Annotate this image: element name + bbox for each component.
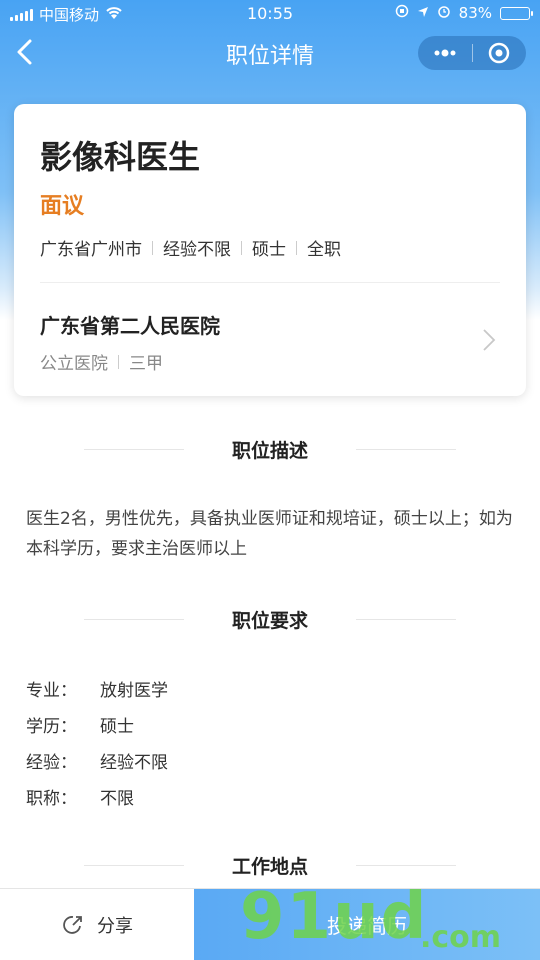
job-card: 影像科医生 面议 广东省广州市 经验不限 硕士 全职 广东省第二人民医院 公立医…: [14, 104, 526, 396]
nav-bar: 职位详情: [0, 28, 540, 78]
status-bar: 中国移动 10:55 83%: [0, 0, 540, 28]
requirement-row: 经验： 经验不限: [26, 748, 168, 784]
requirement-row: 职称： 不限: [26, 784, 168, 820]
hospital-tags: 公立医院 三甲: [40, 349, 163, 374]
battery-icon: [500, 6, 533, 20]
mini-program-capsule: [418, 36, 526, 70]
requirement-key: 经验：: [26, 753, 77, 773]
tag-experience: 经验不限: [163, 240, 231, 260]
hospital-name: 广东省第二人民医院: [40, 314, 220, 338]
chevron-right-icon: [483, 329, 496, 351]
more-dots-icon: [434, 49, 456, 57]
requirement-key: 职称：: [26, 789, 77, 809]
requirement-value: 硕士: [100, 717, 134, 737]
salary: 面议: [40, 194, 85, 219]
job-title: 影像科医生: [40, 138, 201, 176]
tag-type: 全职: [307, 240, 341, 260]
location-icon: [417, 4, 429, 22]
section-description-header: 职位描述: [0, 434, 540, 464]
hospital-tag-type: 公立医院: [40, 354, 108, 374]
requirement-row: 专业： 放射医学: [26, 676, 168, 712]
section-requirements-header: 职位要求: [0, 604, 540, 634]
target-icon: [489, 42, 510, 64]
close-mini-program-button[interactable]: [473, 36, 527, 70]
job-tags: 广东省广州市 经验不限 硕士 全职: [40, 235, 341, 260]
section-location-header: 工作地点: [0, 850, 540, 880]
section-title: 职位要求: [231, 609, 308, 632]
card-divider: [40, 282, 500, 283]
share-button[interactable]: 分享: [0, 889, 194, 960]
job-description: 医生2名，男性优先，具备执业医师证和规培证，硕士以上；如为本科学历，要求主治医师…: [26, 509, 513, 559]
tag-location: 广东省广州市: [40, 240, 142, 260]
share-label: 分享: [97, 915, 133, 937]
requirement-row: 学历： 硕士: [26, 712, 168, 748]
lock-rotation-icon: [395, 4, 409, 22]
requirements-list: 专业： 放射医学 学历： 硕士 经验： 经验不限 职称： 不限: [26, 676, 168, 820]
requirement-value: 放射医学: [100, 681, 168, 701]
requirement-value: 经验不限: [100, 753, 168, 773]
tag-education: 硕士: [252, 240, 286, 260]
requirement-key: 专业：: [26, 681, 77, 701]
hospital-tag-level: 三甲: [129, 354, 163, 374]
battery-percent: 83%: [458, 4, 492, 22]
more-button[interactable]: [418, 36, 472, 70]
section-title: 工作地点: [231, 855, 308, 878]
watermark-domain: .com: [420, 920, 502, 955]
alarm-icon: [437, 4, 451, 22]
watermark-logo: 91ud: [240, 880, 429, 954]
section-title: 职位描述: [231, 439, 308, 462]
requirement-key: 学历：: [26, 717, 77, 737]
requirement-value: 不限: [100, 789, 134, 809]
share-icon: [63, 915, 82, 934]
